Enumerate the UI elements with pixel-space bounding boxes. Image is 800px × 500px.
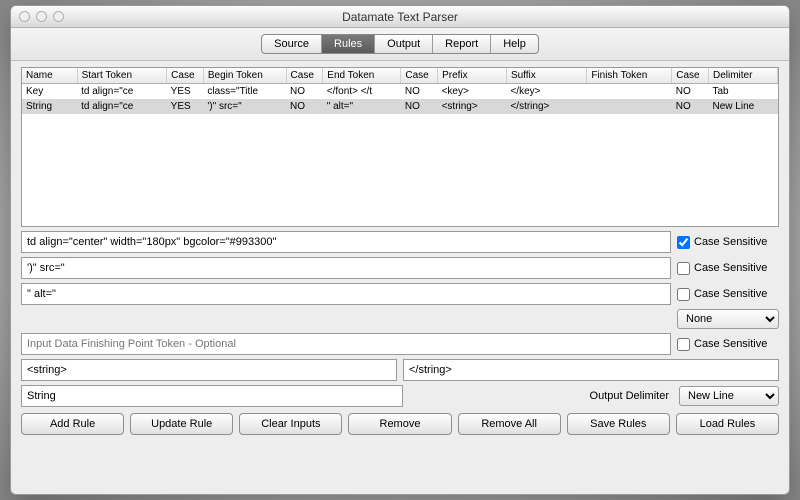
rule-name-field[interactable] <box>21 385 403 407</box>
table-row[interactable]: Key td align="ce YES class="Title NO </f… <box>22 84 778 100</box>
clear-inputs-button[interactable]: Clear Inputs <box>239 413 342 435</box>
app-window: Datamate Text Parser Source Rules Output… <box>10 5 790 495</box>
table-header-row: Name Start Token Case Begin Token Case E… <box>22 68 778 84</box>
tab-output[interactable]: Output <box>375 35 433 53</box>
tab-rules[interactable]: Rules <box>322 35 375 53</box>
case-sensitive-finish[interactable]: Case Sensitive <box>677 338 779 351</box>
tab-segmented-control: Source Rules Output Report Help <box>261 34 539 54</box>
tab-report[interactable]: Report <box>433 35 491 53</box>
case-sensitive-finish-checkbox[interactable] <box>677 338 690 351</box>
end-token-field[interactable] <box>21 283 671 305</box>
case-sensitive-begin-checkbox[interactable] <box>677 262 690 275</box>
col-start-token[interactable]: Start Token <box>77 68 167 84</box>
case-sensitive-start[interactable]: Case Sensitive <box>677 236 779 249</box>
col-suffix[interactable]: Suffix <box>506 68 586 84</box>
add-rule-button[interactable]: Add Rule <box>21 413 124 435</box>
window-title: Datamate Text Parser <box>11 10 789 24</box>
finish-token-field[interactable] <box>21 333 671 355</box>
tab-bar: Source Rules Output Report Help <box>11 28 789 61</box>
col-end-token[interactable]: End Token <box>323 68 401 84</box>
output-delimiter-select[interactable]: New Line <box>679 386 779 406</box>
col-case-2[interactable]: Case <box>286 68 323 84</box>
remove-all-button[interactable]: Remove All <box>458 413 561 435</box>
rules-table[interactable]: Name Start Token Case Begin Token Case E… <box>21 67 779 227</box>
case-sensitive-start-checkbox[interactable] <box>677 236 690 249</box>
col-case-4[interactable]: Case <box>672 68 709 84</box>
col-begin-token[interactable]: Begin Token <box>203 68 286 84</box>
tab-source[interactable]: Source <box>262 35 322 53</box>
button-row: Add Rule Update Rule Clear Inputs Remove… <box>21 413 779 435</box>
update-rule-button[interactable]: Update Rule <box>130 413 233 435</box>
col-finish-token[interactable]: Finish Token <box>587 68 672 84</box>
content-area: Name Start Token Case Begin Token Case E… <box>11 61 789 494</box>
case-sensitive-begin[interactable]: Case Sensitive <box>677 262 779 275</box>
tab-help[interactable]: Help <box>491 35 538 53</box>
end-token-mode-select[interactable]: None <box>677 309 779 329</box>
load-rules-button[interactable]: Load Rules <box>676 413 779 435</box>
case-sensitive-end[interactable]: Case Sensitive <box>677 288 779 301</box>
prefix-field[interactable] <box>21 359 397 381</box>
col-case-3[interactable]: Case <box>401 68 438 84</box>
titlebar: Datamate Text Parser <box>11 6 789 28</box>
remove-button[interactable]: Remove <box>348 413 451 435</box>
table-row[interactable]: String td align="ce YES ')" src=" NO " a… <box>22 99 778 114</box>
suffix-field[interactable] <box>403 359 779 381</box>
start-token-field[interactable] <box>21 231 671 253</box>
begin-token-field[interactable] <box>21 257 671 279</box>
case-sensitive-end-checkbox[interactable] <box>677 288 690 301</box>
col-prefix[interactable]: Prefix <box>438 68 507 84</box>
col-name[interactable]: Name <box>22 68 77 84</box>
col-delimiter[interactable]: Delimiter <box>709 68 778 84</box>
output-delimiter-label: Output Delimiter <box>590 390 673 402</box>
save-rules-button[interactable]: Save Rules <box>567 413 670 435</box>
col-case-1[interactable]: Case <box>167 68 204 84</box>
